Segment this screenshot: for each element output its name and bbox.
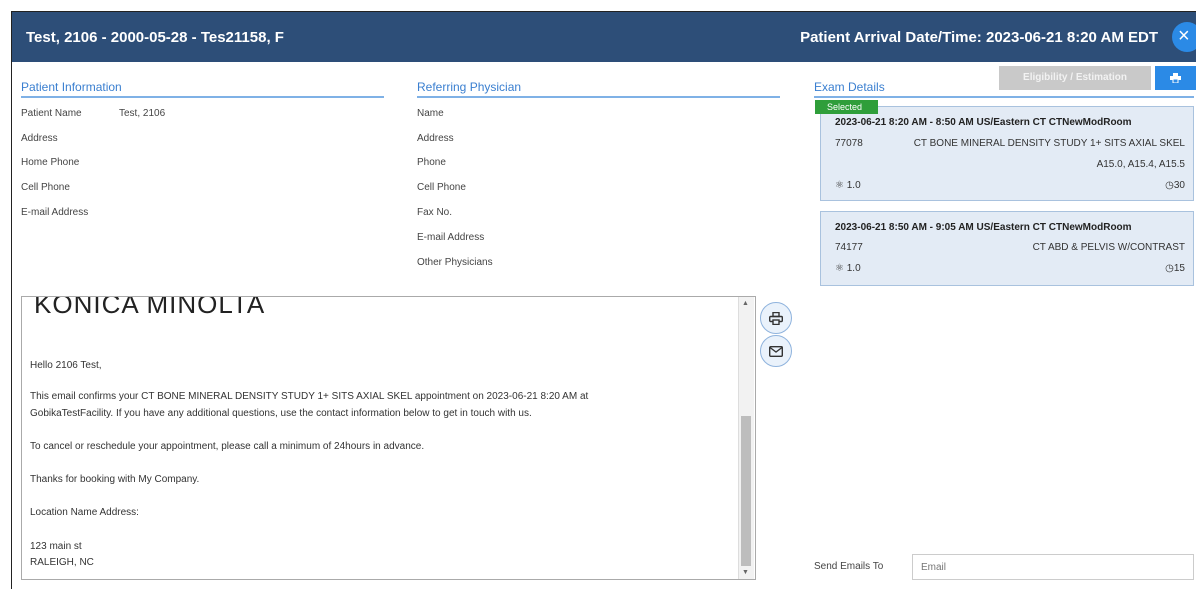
email-body-line: GobikaTestFacility. If you have any addi…: [30, 408, 532, 419]
physician-cell-phone-label: Cell Phone: [417, 182, 466, 193]
exam-duration: ◷15: [1165, 263, 1185, 274]
scroll-down-icon[interactable]: ▼: [742, 569, 749, 576]
physician-phone-label: Phone: [417, 157, 446, 168]
exam-description: CT ABD & PELVIS W/CONTRAST: [1032, 242, 1185, 253]
exam-card-selected[interactable]: 2023-06-21 8:20 AM - 8:50 AM US/Eastern …: [820, 106, 1194, 201]
exam-duration: ◷30: [1165, 180, 1185, 191]
clock-icon: ◷: [1165, 180, 1174, 191]
physician-name-label: Name: [417, 108, 444, 119]
physician-fax-label: Fax No.: [417, 207, 453, 218]
clock-icon: ◷: [1165, 263, 1174, 274]
mail-icon: [768, 345, 784, 358]
company-logo: KONICA MINOLTA: [34, 296, 266, 319]
eligibility-estimation-button[interactable]: Eligibility / Estimation: [999, 66, 1151, 90]
email-body-line: 123 main st: [30, 541, 82, 552]
print-icon: [768, 311, 784, 326]
email-body-line: Location Name Address:: [30, 507, 139, 518]
email-greeting: Hello 2106 Test,: [30, 360, 102, 371]
email-scrollbar-thumb[interactable]: [741, 416, 751, 566]
print-email-button[interactable]: [760, 302, 792, 334]
patient-address-label: Address: [21, 133, 58, 144]
scroll-up-icon[interactable]: ▲: [742, 300, 749, 307]
send-email-button[interactable]: [760, 335, 792, 367]
modality-icon: ⚛: [835, 180, 844, 191]
close-button[interactable]: ×: [1172, 22, 1196, 52]
arrival-datetime: Patient Arrival Date/Time: 2023-06-21 8:…: [800, 29, 1158, 46]
exam-units: ⚛ 1.0: [835, 180, 861, 191]
exam-card[interactable]: 2023-06-21 8:50 AM - 9:05 AM US/Eastern …: [820, 211, 1194, 286]
selected-badge: Selected: [815, 100, 878, 114]
email-body-line: This email confirms your CT BONE MINERAL…: [30, 391, 589, 402]
exam-datetime: 2023-06-21 8:50 AM - 9:05 AM US/Eastern …: [835, 222, 1132, 233]
physician-address-label: Address: [417, 133, 454, 144]
email-body-line: Thanks for booking with My Company.: [30, 474, 200, 485]
patient-name-value: Test, 2106: [119, 108, 166, 119]
modal-header: Test, 2106 - 2000-05-28 - Tes21158, F Pa…: [12, 12, 1196, 62]
physician-email-label: E-mail Address: [417, 232, 485, 243]
email-body-line: To cancel or reschedule your appointment…: [30, 441, 425, 452]
print-button[interactable]: [1155, 66, 1196, 90]
print-icon: [1170, 73, 1181, 84]
other-physicians-label: Other Physicians: [417, 257, 493, 268]
home-phone-label: Home Phone: [21, 157, 80, 168]
exam-datetime: 2023-06-21 8:20 AM - 8:50 AM US/Eastern …: [835, 117, 1132, 128]
email-address-label: E-mail Address: [21, 207, 89, 218]
close-icon: ×: [1178, 25, 1190, 47]
send-emails-label: Send Emails To: [814, 561, 884, 572]
exam-code: 74177: [835, 242, 863, 253]
exam-code: 77078: [835, 138, 863, 149]
exam-diagnosis-codes: A15.0, A15.4, A15.5: [1096, 159, 1185, 170]
patient-name-label: Patient Name: [21, 108, 82, 119]
exam-description: CT BONE MINERAL DENSITY STUDY 1+ SITS AX…: [913, 138, 1185, 149]
modality-icon: ⚛: [835, 263, 844, 274]
referring-physician-title: Referring Physician: [417, 80, 780, 98]
patient-title: Test, 2106 - 2000-05-28 - Tes21158, F: [26, 29, 284, 46]
send-email-input[interactable]: [912, 554, 1194, 580]
email-body-line: RALEIGH, NC: [30, 557, 94, 568]
email-preview[interactable]: KONICA MINOLTA Hello 2106 Test, This ema…: [21, 296, 756, 580]
patient-info-title: Patient Information: [21, 80, 384, 98]
exam-units: ⚛ 1.0: [835, 263, 861, 274]
cell-phone-label: Cell Phone: [21, 182, 70, 193]
